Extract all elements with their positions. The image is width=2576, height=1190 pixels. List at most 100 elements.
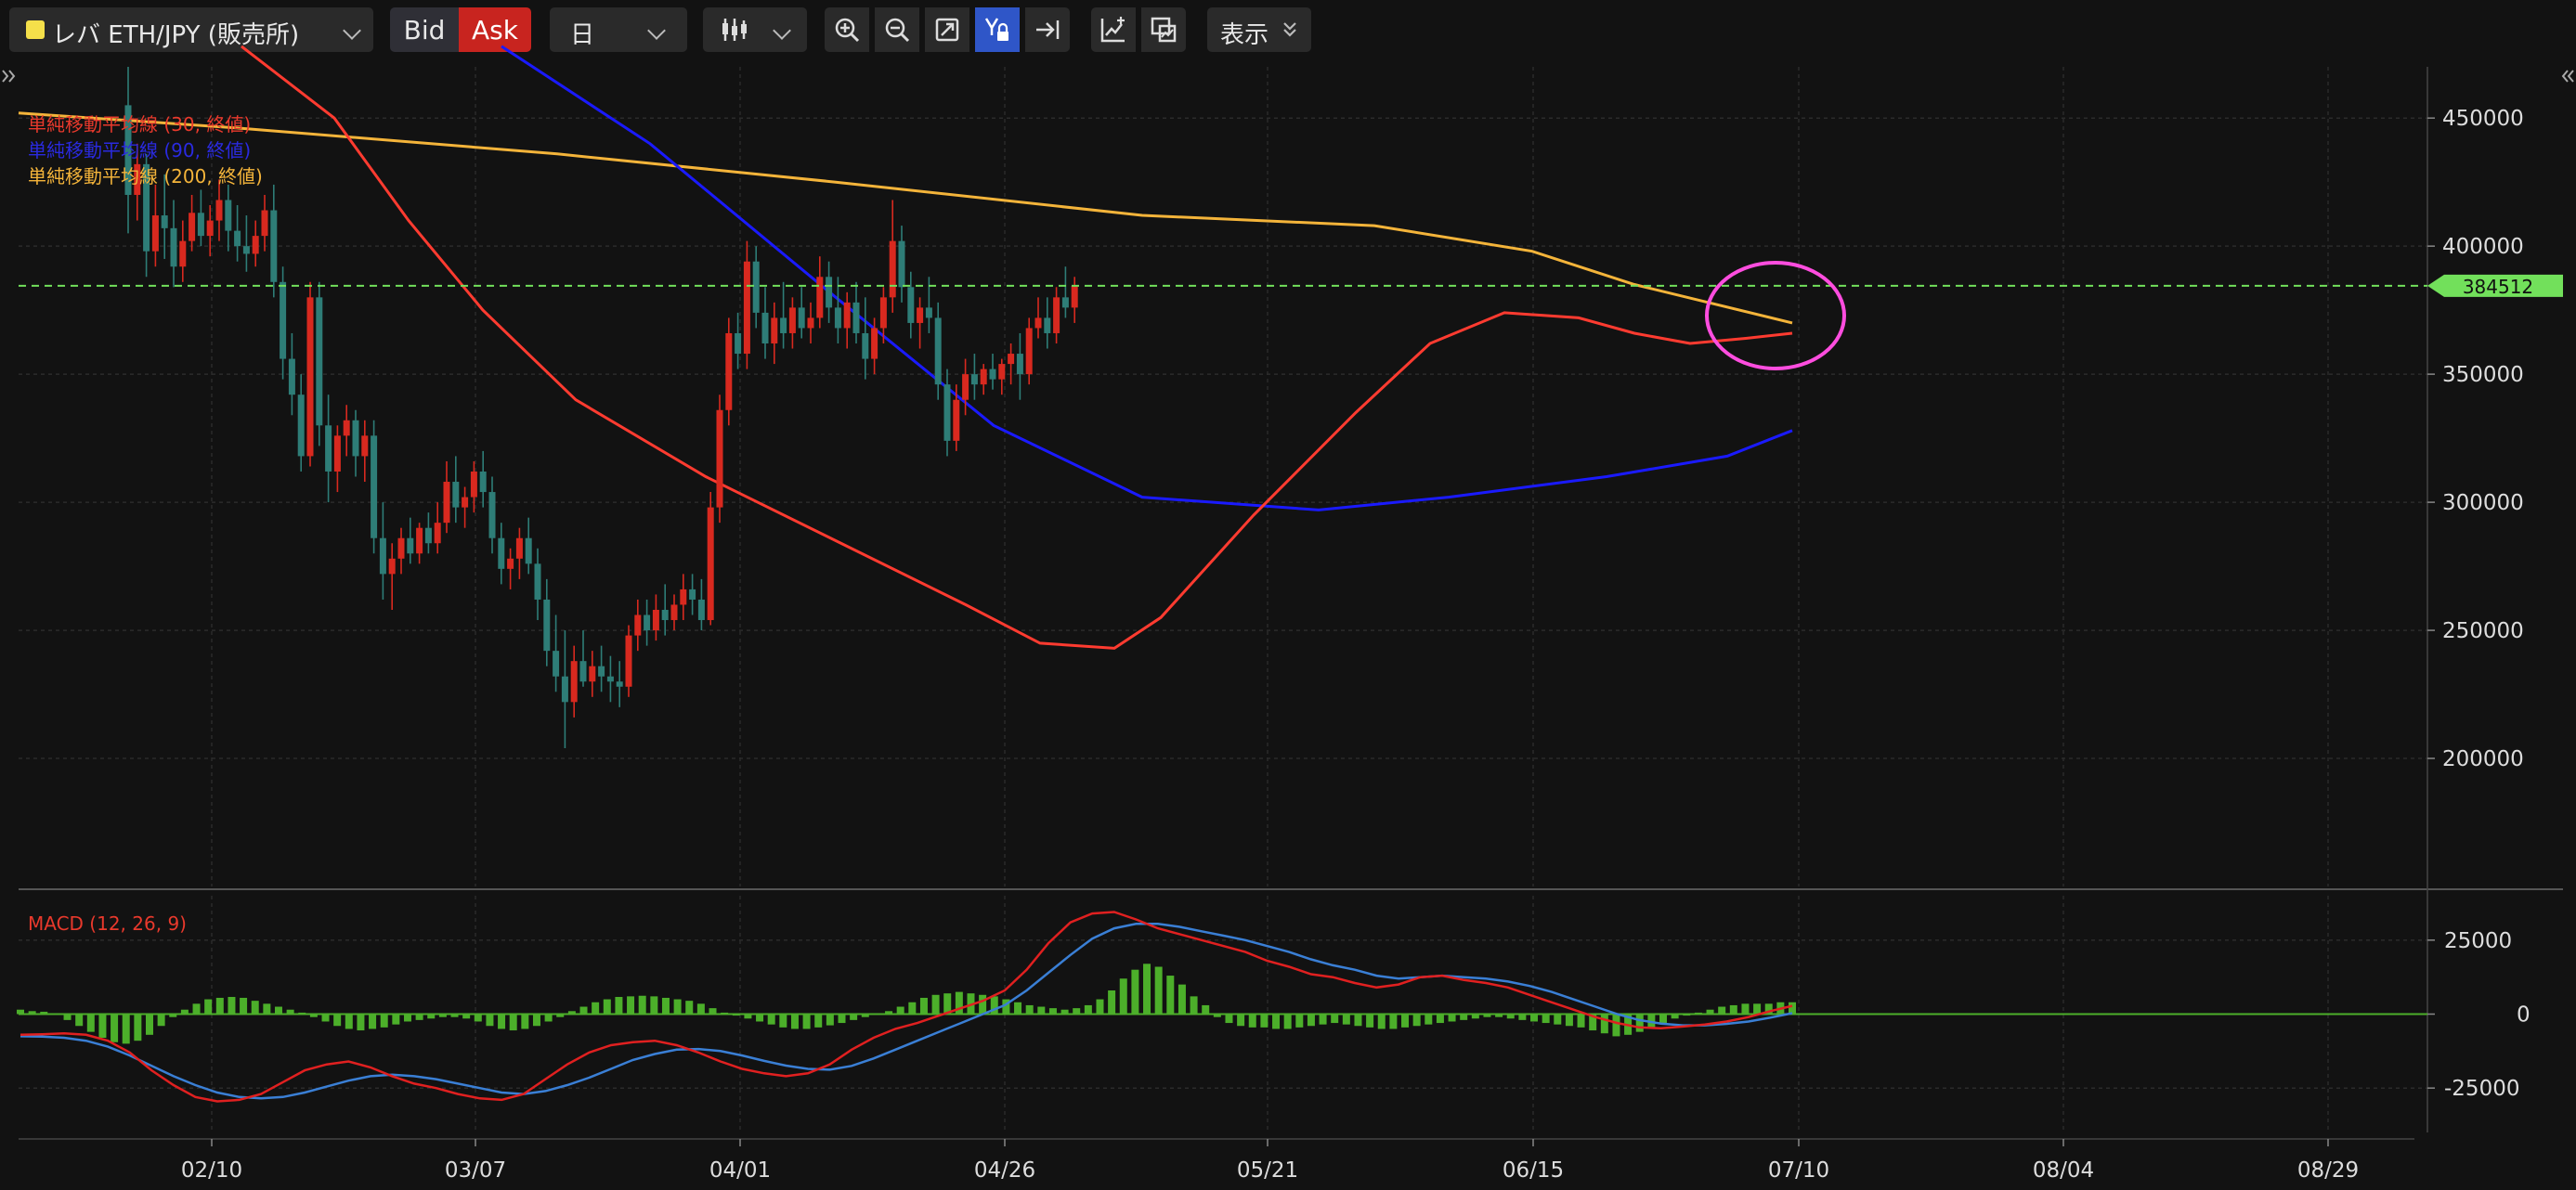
candle-body (689, 589, 696, 600)
macd-histogram-bar (1483, 1014, 1491, 1017)
macd-histogram-bar (1131, 969, 1139, 1015)
macd-histogram-bar (1635, 1014, 1644, 1032)
candle-body (462, 497, 469, 508)
price-chart[interactable]: 384512 450000400000350000300000250000200… (0, 0, 2576, 1190)
date-tick-label: 03/07 (445, 1158, 506, 1183)
macd-histogram-bar (1389, 1014, 1398, 1029)
date-tick-label: 04/01 (709, 1158, 771, 1183)
macd-histogram-bar (615, 997, 623, 1015)
macd-histogram-bar (192, 1003, 201, 1015)
macd-histogram-bar (1260, 1014, 1268, 1028)
candle-body (424, 527, 432, 544)
candle-body (151, 215, 159, 252)
macd-histogram-bar (215, 997, 224, 1015)
candle-body (953, 399, 960, 441)
macd-histogram-bar (286, 1009, 294, 1015)
macd-histogram-bar (744, 1014, 752, 1019)
date-tick-label: 04/26 (974, 1158, 1035, 1183)
macd-histogram-bar (1225, 1014, 1233, 1024)
candle-body (788, 307, 796, 333)
candle-body (407, 537, 414, 554)
macd-histogram-bar (721, 1012, 729, 1015)
candle-body (197, 213, 204, 237)
candle-body (1034, 317, 1042, 329)
macd-histogram-bar (427, 1014, 436, 1019)
macd-histogram-bar (861, 1014, 869, 1017)
sma90-line (501, 45, 1793, 511)
macd-histogram-bar (979, 994, 987, 1015)
candle-body (852, 302, 860, 333)
macd-histogram-bar (263, 1003, 271, 1015)
macd-histogram-bar (650, 996, 658, 1015)
macd-histogram-bar (1014, 1002, 1022, 1015)
macd-histogram-bar (885, 1011, 893, 1015)
candle-body (771, 317, 778, 344)
candle-body (543, 599, 551, 652)
macd-histogram-bar (1342, 1014, 1350, 1025)
macd-histogram-bar (145, 1014, 153, 1035)
macd-histogram-bar (521, 1014, 529, 1029)
macd-histogram-bar (98, 1014, 107, 1038)
candle-body (943, 384, 951, 441)
candle-body (989, 369, 996, 380)
macd-histogram-bar (1718, 1006, 1726, 1015)
macd-histogram-bar (1789, 1002, 1796, 1015)
candle-body (242, 246, 250, 254)
macd-histogram-bar (732, 1014, 740, 1016)
candle-body (179, 240, 187, 267)
macd-histogram-bar (661, 997, 670, 1015)
price-tick-label: 400000 (2442, 235, 2524, 259)
candle-body (225, 200, 232, 231)
macd-histogram-bar (838, 1014, 846, 1024)
current-price-label: 384512 (2463, 276, 2533, 298)
candle-body (1025, 328, 1033, 375)
candle-body (343, 420, 350, 436)
macd-histogram-bar (1048, 1008, 1057, 1015)
date-tick-label: 06/15 (1503, 1158, 1564, 1183)
candle-body (452, 482, 460, 508)
macd-histogram-bar (779, 1014, 787, 1028)
candle-body (598, 666, 605, 677)
macd-histogram-bar (1154, 966, 1163, 1015)
candle-body (443, 482, 450, 524)
macd-histogram-bar (392, 1014, 400, 1025)
candle-body (625, 635, 632, 687)
macd-histogram-bar (403, 1014, 411, 1022)
candle-body (479, 471, 487, 493)
legend-sma30: 単純移動平均線 (30, 終値) (28, 113, 251, 136)
macd-histogram-bar (1073, 1008, 1081, 1015)
macd-histogram-bar (1190, 996, 1198, 1015)
candle-body (661, 609, 669, 621)
candle-body (570, 661, 578, 703)
candle-body (843, 302, 851, 329)
candle-body (206, 220, 214, 237)
macd-histogram-bar (1741, 1003, 1750, 1015)
date-tick-label: 08/29 (2297, 1158, 2359, 1183)
macd-histogram-bar (627, 996, 635, 1015)
candle-body (234, 230, 241, 247)
candle-body (889, 240, 896, 298)
candle-body (333, 435, 341, 472)
candle-body (288, 358, 295, 395)
candle-body (534, 563, 541, 600)
macd-histogram-bar (673, 999, 682, 1015)
macd-histogram-bar (709, 1008, 717, 1015)
macd-histogram-bar (1694, 1012, 1702, 1015)
candle-body (352, 420, 359, 457)
macd-histogram-bar (1307, 1014, 1315, 1027)
candle-body (752, 261, 760, 313)
macd-histogram-bar (134, 1014, 142, 1041)
macd-histogram-bar (1554, 1014, 1562, 1025)
macd-histogram-bar (1683, 1014, 1691, 1016)
candle-body (507, 558, 514, 569)
macd-histogram-bar (204, 999, 213, 1015)
macd-histogram-bar (544, 1014, 553, 1022)
candle-body (862, 332, 869, 359)
candle-body (826, 277, 833, 308)
candle-body (616, 681, 623, 687)
candle-body (306, 297, 314, 457)
macd-histogram-bar (1577, 1014, 1585, 1028)
macd-histogram-bar (1659, 1014, 1668, 1024)
date-tick-label: 02/10 (181, 1158, 242, 1183)
macd-histogram-bar (40, 1011, 48, 1015)
